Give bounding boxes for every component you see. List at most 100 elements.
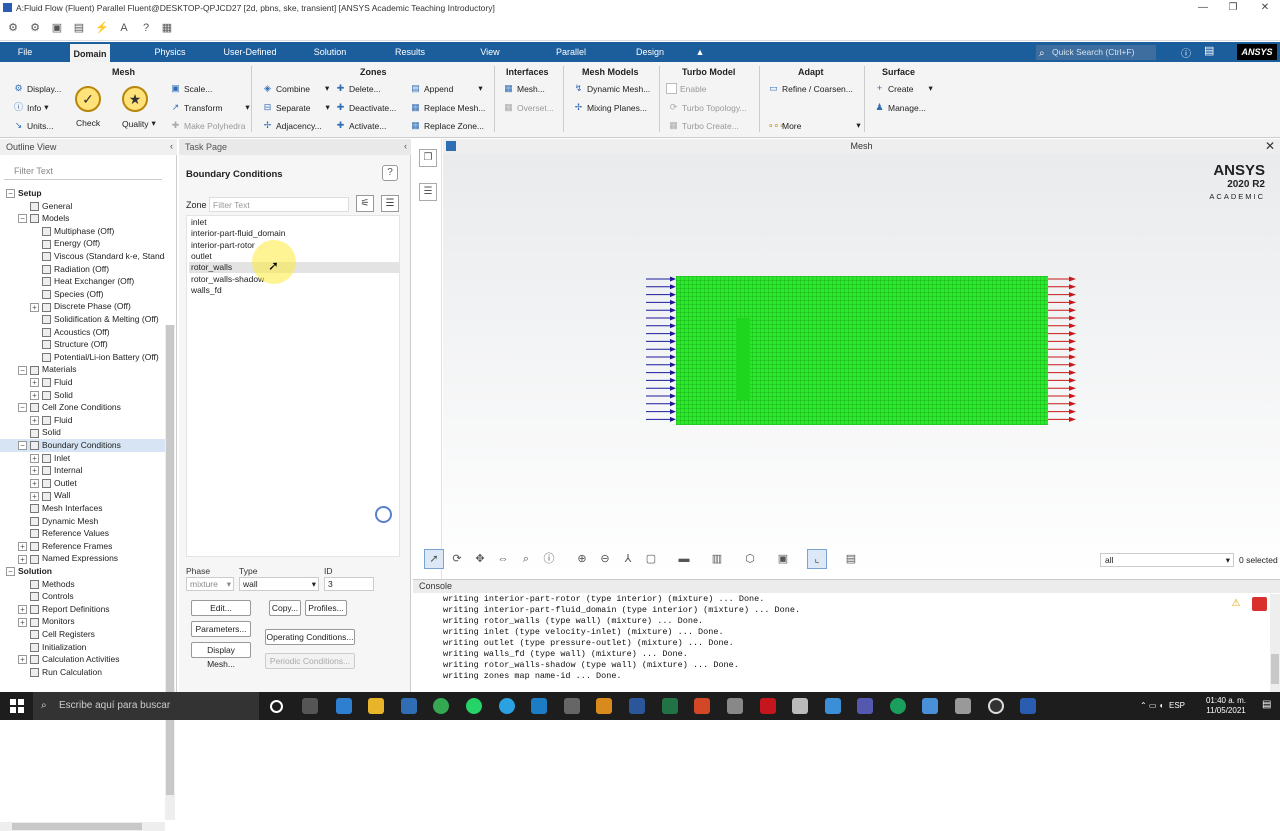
copy-view-icon[interactable]: ❐ <box>419 149 437 167</box>
expand-icon[interactable]: + <box>30 378 39 388</box>
collapse-icon[interactable]: − <box>18 403 27 413</box>
phase-select[interactable]: mixture ▾ <box>186 577 234 591</box>
tree-item[interactable]: Species (Off) <box>0 288 165 301</box>
tree-item[interactable]: + Internal <box>0 464 165 477</box>
adjacency-button[interactable]: ✢ Adjacency... <box>262 120 322 131</box>
edit-button[interactable]: Edit... <box>191 600 251 616</box>
zone-item[interactable]: interior-part-fluid_domain <box>189 228 399 239</box>
layout-icon[interactable]: ▦ <box>160 21 174 35</box>
overset-button[interactable]: ▦ Overset... <box>503 102 554 113</box>
tree-item[interactable]: Controls <box>0 590 165 603</box>
ruler-icon[interactable]: ▬ <box>674 549 694 569</box>
excel-icon[interactable] <box>662 698 678 714</box>
tree-item[interactable]: General <box>0 200 165 213</box>
deactivate-button[interactable]: ✚ Deactivate... <box>335 102 397 113</box>
tree-item[interactable]: Solidification & Melting (Off) <box>0 313 165 326</box>
tree-item[interactable]: + Fluid <box>0 414 165 427</box>
help-icon[interactable]: ? <box>382 165 398 181</box>
tree-item[interactable]: Cell Registers <box>0 628 165 641</box>
append-button[interactable]: ▤ Append ▾ <box>410 83 482 94</box>
quick-search-input[interactable]: ⌕ Quick Search (Ctrl+F) <box>1036 45 1156 60</box>
quality-button[interactable]: ★ <box>122 86 150 112</box>
fluent-icon[interactable] <box>1020 698 1036 714</box>
tree-item[interactable]: Heat Exchanger (Off) <box>0 275 165 288</box>
turbo-create-button[interactable]: ▦ Turbo Create... <box>668 120 739 131</box>
quality-dropdown[interactable]: Quality ▾ <box>122 118 156 129</box>
tree-item[interactable]: Dynamic Mesh <box>0 515 165 528</box>
collapse-ribbon-icon[interactable]: ▲ <box>692 42 708 62</box>
app-icon[interactable] <box>825 698 841 714</box>
app-icon[interactable] <box>727 698 743 714</box>
close-graphics-icon[interactable]: ✕ <box>1265 139 1275 153</box>
tab-domain[interactable]: Domain <box>70 42 110 62</box>
transform-button[interactable]: ↗ Transform ▾ <box>170 102 250 113</box>
tree-item[interactable]: Methods <box>0 578 165 591</box>
check-button[interactable]: ✓ <box>75 86 103 112</box>
telegram-icon[interactable] <box>499 698 515 714</box>
tab-file[interactable]: File <box>8 42 42 62</box>
workbench-icon[interactable] <box>792 698 808 714</box>
tab-design[interactable]: Design <box>630 42 670 62</box>
interface-mesh-button[interactable]: ▦ Mesh... <box>503 83 545 94</box>
app-icon[interactable] <box>988 698 1004 714</box>
tree-item[interactable]: − Models <box>0 212 165 225</box>
tree-item[interactable]: − Setup <box>0 187 165 200</box>
expand-icon[interactable]: + <box>18 655 27 665</box>
parameters-button[interactable]: Parameters... <box>191 621 251 637</box>
calculator-icon[interactable] <box>564 698 580 714</box>
taskbar-search-input[interactable]: ⌕ Escribe aquí para buscar <box>33 692 259 720</box>
tree-item[interactable]: + Wall <box>0 489 165 502</box>
tree-item[interactable]: + Fluid <box>0 376 165 389</box>
zone-item[interactable]: walls_fd <box>189 285 399 296</box>
tree-item[interactable]: Multiphase (Off) <box>0 225 165 238</box>
collapse-icon[interactable]: − <box>18 365 27 375</box>
cortana-icon[interactable] <box>270 700 283 713</box>
more-button[interactable]: ∘∘∘ More ▾ <box>768 120 861 131</box>
delete-button[interactable]: ✚ Delete... <box>335 83 381 94</box>
tree-item[interactable]: + Discrete Phase (Off) <box>0 300 165 313</box>
maximize-button[interactable]: ❐ <box>1218 0 1248 16</box>
replace-zone-button[interactable]: ▦ Replace Zone... <box>410 120 484 131</box>
pan-icon[interactable]: ✥ <box>470 549 490 569</box>
tree-item[interactable]: Potential/Li-ion Battery (Off) <box>0 351 165 364</box>
list-options-icon[interactable]: ☰ <box>381 195 399 212</box>
save-icon[interactable]: ▤ <box>72 21 86 35</box>
tree-item[interactable]: Initialization <box>0 641 165 654</box>
tree-item[interactable]: + Calculation Activities <box>0 653 165 666</box>
file-explorer-icon[interactable] <box>368 698 384 714</box>
make-polyhedra-button[interactable]: ✚ Make Polyhedra <box>170 120 246 131</box>
profiles-button[interactable]: Profiles... <box>305 600 347 616</box>
id-field[interactable]: 3 <box>324 577 374 591</box>
tree-item[interactable]: Viscous (Standard k-e, Standard Wall Fn) <box>0 250 165 263</box>
zone-filter-input[interactable]: Filter Text <box>209 197 349 212</box>
tree-item[interactable]: − Boundary Conditions <box>0 439 165 452</box>
tab-user-defined[interactable]: User-Defined <box>216 42 284 62</box>
close-window-button[interactable]: ✕ <box>1250 0 1280 16</box>
expand-icon[interactable]: + <box>30 390 39 400</box>
windows-start-icon[interactable] <box>10 699 24 713</box>
kodi-icon[interactable] <box>531 698 547 714</box>
scale-button[interactable]: ▣ Scale... <box>170 83 212 94</box>
tree-item[interactable]: Structure (Off) <box>0 338 165 351</box>
expand-icon[interactable]: + <box>30 453 39 463</box>
expand-icon[interactable]: + <box>18 617 27 627</box>
replace-mesh-button[interactable]: ▦ Replace Mesh... <box>410 102 485 113</box>
expand-icon[interactable]: + <box>30 466 39 476</box>
tree-item[interactable]: + Monitors <box>0 615 165 628</box>
expand-icon[interactable]: + <box>30 302 39 312</box>
console-scrollbar[interactable] <box>1270 594 1280 693</box>
expand-icon[interactable]: + <box>30 416 39 426</box>
dynamic-mesh-button[interactable]: ↯ Dynamic Mesh... <box>573 83 651 94</box>
tree-item[interactable]: Mesh Interfaces <box>0 502 165 515</box>
tree-item[interactable]: − Solution <box>0 565 165 578</box>
isometric-view-icon[interactable]: ⬡ <box>740 549 760 569</box>
combine-button[interactable]: ◈ Combine ▾ <box>262 83 329 94</box>
collapse-panel-icon[interactable]: ‹ <box>404 141 407 151</box>
tab-view[interactable]: View <box>474 42 506 62</box>
info-button[interactable]: ⓘ Info ▾ <box>13 102 48 113</box>
settings-icon[interactable]: ⚙ <box>6 21 20 35</box>
plot-icon[interactable]: ⌞ <box>807 549 827 569</box>
outline-filter-input[interactable]: Filter Text <box>4 164 162 180</box>
matlab-icon[interactable] <box>760 698 776 714</box>
activate-button[interactable]: ✚ Activate... <box>335 120 387 131</box>
